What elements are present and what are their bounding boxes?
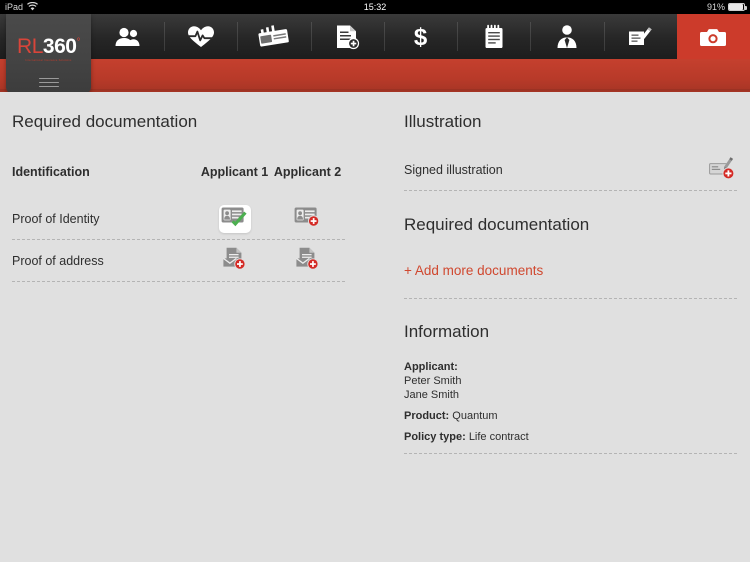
notepad-icon	[483, 24, 505, 50]
id-card-icon	[221, 206, 248, 232]
signed-illustration-label: Signed illustration	[404, 163, 503, 177]
page-title: Required documentation	[12, 112, 198, 131]
nav-tab-list: $	[91, 14, 750, 59]
policy-type-label: Policy type:	[404, 431, 466, 444]
tab-adviser[interactable]	[530, 14, 603, 59]
cell-proof-of-identity-applicant-2[interactable]	[271, 205, 344, 233]
signed-illustration-row[interactable]: Signed illustration	[390, 150, 750, 190]
sign-document-icon	[627, 25, 653, 49]
brand-logo-dot: °	[76, 37, 80, 48]
cell-proof-of-address-applicant-1[interactable]	[198, 247, 271, 275]
brand-tagline: International Insurance Solutions	[25, 59, 72, 62]
brand-logo-panel[interactable]: RL360° International Insurance Solutions	[6, 14, 91, 94]
row-label-proof-of-address: Proof of address	[12, 253, 104, 268]
status-bar-time: 15:32	[363, 2, 387, 12]
status-bar: iPad 15:32 91%	[0, 0, 750, 14]
svg-text:$: $	[414, 24, 428, 50]
applicant-label: Applicant:	[404, 361, 458, 373]
illustration-panel: Illustration Signed illustration Require…	[390, 92, 750, 455]
information-heading: Information	[404, 322, 490, 341]
tab-premium[interactable]: $	[383, 14, 457, 59]
battery-percent-label: 91%	[706, 2, 725, 12]
brand-red-band	[0, 59, 750, 92]
card-icon	[257, 24, 291, 49]
product-value: Quantum	[452, 410, 498, 423]
product-label: Product:	[404, 410, 450, 423]
tab-payment[interactable]	[237, 14, 310, 59]
person-tie-icon	[555, 24, 579, 50]
status-bar-right: 91%	[706, 2, 747, 12]
document-mail-icon	[222, 247, 248, 275]
column-header-applicant-1: Applicant 1	[200, 165, 269, 179]
top-navigation-bar: $	[0, 14, 750, 59]
applicant-name-2: Jane Smith	[404, 389, 460, 402]
tab-declaration[interactable]	[603, 14, 677, 59]
documentation-table: Identification Applicant 1 Applicant 2 P…	[12, 165, 345, 282]
illustration-heading: Illustration	[404, 112, 482, 131]
table-row: Proof of Identity	[12, 198, 345, 239]
tab-clients[interactable]	[91, 14, 164, 59]
document-mail-icon	[295, 247, 321, 275]
document-add-icon	[334, 24, 360, 50]
row-label-proof-of-identity: Proof of Identity	[12, 211, 100, 226]
tab-notes[interactable]	[457, 14, 530, 59]
required-documentation-heading: Required documentation	[404, 215, 590, 234]
column-header-identification: Identification	[12, 165, 90, 179]
applicant-name-1: Peter Smith	[404, 375, 462, 388]
heart-pulse-icon	[187, 25, 215, 49]
column-header-applicant-2: Applicant 2	[273, 165, 342, 179]
hamburger-menu-icon[interactable]	[38, 75, 59, 90]
brand-logo-rl: RL	[17, 35, 43, 58]
dollar-icon: $	[412, 24, 429, 50]
policy-type-value: Life contract	[468, 431, 529, 444]
cell-proof-of-identity-applicant-1[interactable]	[198, 204, 271, 233]
brand-logo-360: 360	[42, 35, 77, 58]
row-divider	[404, 453, 737, 455]
add-more-documents-link[interactable]: + Add more documents	[390, 263, 750, 278]
camera-icon	[700, 27, 727, 47]
battery-icon	[728, 3, 747, 11]
brand-logo: RL360°	[17, 36, 80, 57]
row-divider	[404, 190, 737, 191]
information-block: Applicant: Peter Smith Jane Smith Produc…	[390, 360, 750, 444]
row-divider	[12, 281, 345, 282]
table-header-row: Identification Applicant 1 Applicant 2	[12, 165, 345, 179]
table-row: Proof of address	[12, 240, 345, 281]
main-content: Required documentation Identification Ap…	[0, 92, 750, 562]
people-icon	[114, 26, 142, 48]
sign-document-icon[interactable]	[709, 156, 737, 185]
tab-health[interactable]	[164, 14, 237, 59]
tab-documents[interactable]	[676, 14, 750, 59]
row-divider	[404, 298, 737, 299]
cell-proof-of-address-applicant-2[interactable]	[271, 247, 344, 275]
id-card-icon	[294, 206, 321, 232]
required-documentation-panel: Required documentation Identification Ap…	[0, 92, 375, 282]
tab-application[interactable]	[310, 14, 384, 59]
